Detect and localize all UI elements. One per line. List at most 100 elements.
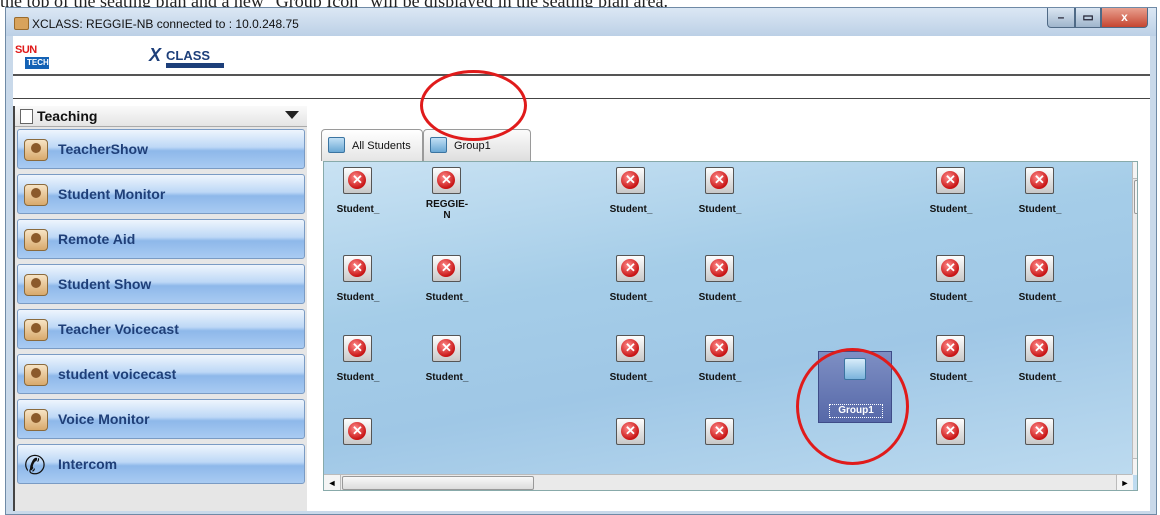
tab-group1[interactable]: Group1 [423, 129, 531, 161]
seat-name: Student_ [1018, 372, 1062, 383]
student-seat[interactable]: Student_ [690, 255, 750, 315]
sidebar-item-student-voicecast[interactable]: student voicecast [17, 354, 305, 394]
seat-name: Student_ [336, 372, 380, 383]
student-seat[interactable]: Student_ [328, 335, 388, 395]
offline-monitor-icon [705, 255, 734, 282]
seat-name: Student_ [336, 292, 380, 303]
sidebar-item-label: Student Show [58, 276, 152, 292]
sidebar-item-student-show[interactable]: Student Show [17, 264, 305, 304]
logo-bar: SUN TECH X CLASS [13, 36, 1150, 74]
seat-name: Student_ [336, 204, 380, 215]
vertical-scrollbar[interactable]: ▲ ▼ [1132, 162, 1137, 475]
remote-aid-icon [24, 229, 48, 251]
student-seat[interactable]: Student_ [1010, 335, 1070, 395]
student-seat[interactable]: Student_ [601, 255, 661, 315]
student-seat[interactable] [328, 418, 388, 478]
sidebar-item-label: TeacherShow [58, 141, 148, 157]
group-icon [844, 358, 866, 380]
student-seat[interactable] [601, 418, 661, 478]
seat-name: REGGIE-N [425, 199, 469, 221]
divider [13, 74, 1150, 76]
seat-name: Student_ [1018, 292, 1062, 303]
scroll-down-icon[interactable]: ▼ [1133, 458, 1137, 475]
client-area: SUN TECH X CLASS Teaching TeacherShow St… [13, 36, 1150, 511]
sidebar-item-label: Remote Aid [58, 231, 136, 247]
horizontal-scrollbar[interactable]: ◄ ► [324, 474, 1133, 490]
student-seat[interactable]: Student_ [601, 335, 661, 395]
student-seat[interactable]: Student_ [417, 335, 477, 395]
teacher-show-icon [24, 139, 48, 161]
offline-monitor-icon [616, 167, 645, 194]
offline-monitor-icon [936, 418, 965, 445]
group-label: Group1 [829, 404, 883, 418]
scroll-thumb[interactable] [1134, 180, 1137, 214]
monitor-icon [24, 184, 48, 206]
sidebar-item-intercom[interactable]: ✆ Intercom [17, 444, 305, 484]
offline-monitor-icon [616, 418, 645, 445]
group-icon-tile[interactable]: Group1 [818, 351, 892, 423]
scroll-left-icon[interactable]: ◄ [324, 475, 341, 490]
offline-monitor-icon [432, 255, 461, 282]
tab-label: Group1 [454, 140, 491, 152]
minimize-button[interactable]: – [1047, 8, 1075, 28]
tab-all-students[interactable]: All Students [321, 129, 423, 161]
student-seat[interactable]: Student_ [921, 167, 981, 227]
sidebar-header-teaching[interactable]: Teaching [15, 106, 307, 127]
scroll-thumb[interactable] [342, 476, 534, 490]
seat-name: Student_ [698, 372, 742, 383]
student-seat[interactable]: Student_ [328, 255, 388, 315]
maximize-button[interactable]: ▭ [1075, 8, 1101, 28]
students-icon [328, 137, 345, 153]
student-seat[interactable]: Student_ [921, 255, 981, 315]
group-icon [430, 137, 447, 153]
divider [13, 98, 1150, 99]
sidebar-item-label: Teacher Voicecast [58, 321, 179, 337]
student-seat[interactable]: Student_ [601, 167, 661, 227]
sidebar-item-student-monitor[interactable]: Student Monitor [17, 174, 305, 214]
seat-name: Student_ [929, 372, 973, 383]
main-panel: All Students Group1 Student_ REGGIE-N St… [313, 106, 1150, 511]
headset-icon [24, 409, 48, 431]
offline-monitor-icon [936, 255, 965, 282]
student-seat[interactable] [690, 418, 750, 478]
student-seat[interactable] [1010, 418, 1070, 478]
student-seat[interactable]: Student_ [690, 335, 750, 395]
student-seat[interactable]: Student_ [921, 335, 981, 395]
seat-name: Student_ [609, 292, 653, 303]
seat-name: Student_ [698, 292, 742, 303]
window-title: XCLASS: REGGIE-NB connected to : 10.0.24… [32, 17, 299, 31]
offline-monitor-icon [432, 335, 461, 362]
teacher-voicecast-icon [24, 319, 48, 341]
sidebar-item-voice-monitor[interactable]: Voice Monitor [17, 399, 305, 439]
app-window: XCLASS: REGGIE-NB connected to : 10.0.24… [5, 7, 1157, 515]
sidebar: Teaching TeacherShow Student Monitor Rem… [13, 106, 307, 511]
offline-monitor-icon [616, 255, 645, 282]
student-seat[interactable]: Student_ [1010, 167, 1070, 227]
student-seat[interactable]: Student_ [690, 167, 750, 227]
offline-monitor-icon [936, 335, 965, 362]
document-icon [20, 109, 33, 124]
student-show-icon [24, 274, 48, 296]
sidebar-item-remote-aid[interactable]: Remote Aid [17, 219, 305, 259]
seat-name: Student_ [609, 204, 653, 215]
scroll-right-icon[interactable]: ► [1116, 475, 1133, 490]
title-bar: XCLASS: REGGIE-NB connected to : 10.0.24… [6, 8, 1156, 36]
student-seat[interactable]: Student_ [417, 255, 477, 315]
sidebar-item-label: student voicecast [58, 366, 177, 382]
scroll-up-icon[interactable]: ▲ [1133, 162, 1137, 179]
student-seat[interactable]: Student_ [1010, 255, 1070, 315]
chevron-down-icon[interactable] [285, 111, 299, 119]
seat-name: Student_ [425, 372, 469, 383]
student-seat[interactable] [921, 418, 981, 478]
student-seat[interactable]: Student_ [328, 167, 388, 227]
sidebar-item-teachershow[interactable]: TeacherShow [17, 129, 305, 169]
tab-label: All Students [352, 140, 411, 152]
seat-name: Student_ [425, 292, 469, 303]
sidebar-item-label: Voice Monitor [58, 411, 150, 427]
student-seat[interactable]: REGGIE-N [417, 167, 477, 227]
sidebar-item-teacher-voicecast[interactable]: Teacher Voicecast [17, 309, 305, 349]
offline-monitor-icon [705, 335, 734, 362]
offline-monitor-icon [343, 418, 372, 445]
close-button[interactable]: x [1101, 8, 1148, 28]
suntech-logo: SUN TECH [15, 44, 49, 69]
